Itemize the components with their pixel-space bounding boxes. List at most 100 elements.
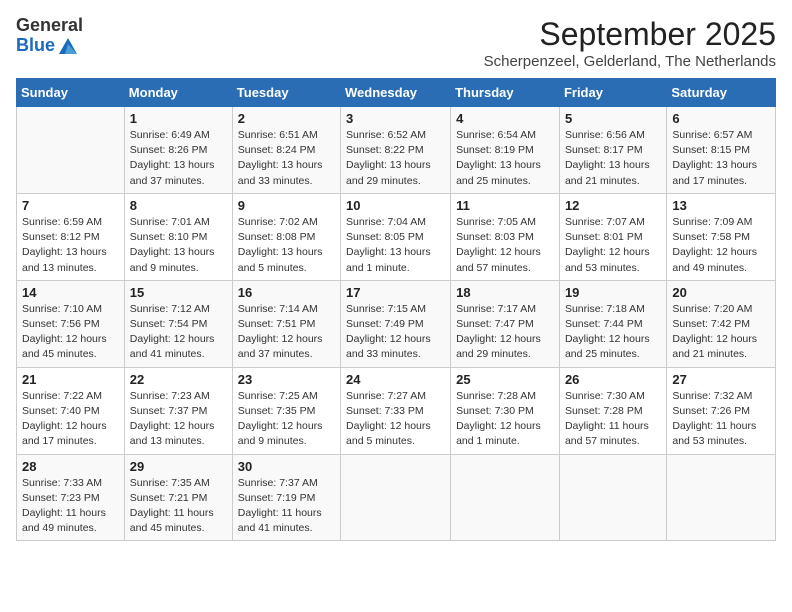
logo: General Blue (16, 16, 83, 56)
day-cell: 19 Sunrise: 7:18 AM Sunset: 7:44 PM Dayli… (559, 280, 666, 367)
day-cell: 2Sunrise: 6:51 AM Sunset: 8:24 PM Daylig… (232, 107, 340, 194)
day-number: 19 (565, 285, 661, 300)
col-header-monday: Monday (124, 79, 232, 107)
day-info: Sunrise: 7:28 AM Sunset: 7:30 PM Dayligh… (456, 389, 554, 450)
day-cell (17, 107, 125, 194)
day-info: Sunrise: 7:18 AM Sunset: 7:44 PM Dayligh… (565, 302, 661, 363)
day-number: 16 (238, 285, 335, 300)
day-info: Sunrise: 6:49 AM Sunset: 8:26 PM Dayligh… (130, 128, 227, 189)
col-header-tuesday: Tuesday (232, 79, 340, 107)
day-cell: 6 Sunrise: 6:57 AM Sunset: 8:15 PM Daylig… (667, 107, 776, 194)
day-cell: 10Sunrise: 7:04 AM Sunset: 8:05 PM Dayli… (341, 193, 451, 280)
day-number: 4 (456, 111, 554, 126)
day-cell: 7Sunrise: 6:59 AM Sunset: 8:12 PM Daylig… (17, 193, 125, 280)
day-cell: 11 Sunrise: 7:05 AM Sunset: 8:03 PM Dayli… (451, 193, 560, 280)
day-number: 3 (346, 111, 445, 126)
day-number: 15 (130, 285, 227, 300)
day-number: 26 (565, 372, 661, 387)
day-cell: 5 Sunrise: 6:56 AM Sunset: 8:17 PM Daylig… (559, 107, 666, 194)
week-row-2: 7Sunrise: 6:59 AM Sunset: 8:12 PM Daylig… (17, 193, 776, 280)
logo-blue-text: Blue (16, 36, 55, 56)
week-row-4: 21 Sunrise: 7:22 AM Sunset: 7:40 PM Dayli… (17, 367, 776, 454)
day-cell: 20Sunrise: 7:20 AM Sunset: 7:42 PM Dayli… (667, 280, 776, 367)
day-info: Sunrise: 7:23 AM Sunset: 7:37 PM Dayligh… (130, 389, 227, 450)
day-number: 9 (238, 198, 335, 213)
day-number: 7 (22, 198, 119, 213)
day-number: 18 (456, 285, 554, 300)
day-number: 1 (130, 111, 227, 126)
title-block: September 2025 Scherpenzeel, Gelderland,… (484, 16, 776, 70)
day-cell (341, 454, 451, 541)
day-cell: 26 Sunrise: 7:30 AM Sunset: 7:28 PM Dayli… (559, 367, 666, 454)
day-info: Sunrise: 7:25 AM Sunset: 7:35 PM Dayligh… (238, 389, 335, 450)
day-cell: 22Sunrise: 7:23 AM Sunset: 7:37 PM Dayli… (124, 367, 232, 454)
day-info: Sunrise: 7:22 AM Sunset: 7:40 PM Dayligh… (22, 389, 119, 450)
day-cell: 14 Sunrise: 7:10 AM Sunset: 7:56 PM Dayli… (17, 280, 125, 367)
day-info: Sunrise: 7:33 AM Sunset: 7:23 PM Dayligh… (22, 476, 119, 537)
day-cell: 29 Sunrise: 7:35 AM Sunset: 7:21 PM Dayli… (124, 454, 232, 541)
day-info: Sunrise: 7:02 AM Sunset: 8:08 PM Dayligh… (238, 215, 335, 276)
day-info: Sunrise: 7:07 AM Sunset: 8:01 PM Dayligh… (565, 215, 661, 276)
day-number: 29 (130, 459, 227, 474)
day-number: 13 (672, 198, 770, 213)
day-info: Sunrise: 6:52 AM Sunset: 8:22 PM Dayligh… (346, 128, 445, 189)
day-cell: 8 Sunrise: 7:01 AM Sunset: 8:10 PM Daylig… (124, 193, 232, 280)
day-cell: 21 Sunrise: 7:22 AM Sunset: 7:40 PM Dayli… (17, 367, 125, 454)
day-cell: 3 Sunrise: 6:52 AM Sunset: 8:22 PM Daylig… (341, 107, 451, 194)
day-info: Sunrise: 7:01 AM Sunset: 8:10 PM Dayligh… (130, 215, 227, 276)
logo-icon (57, 36, 79, 56)
day-number: 24 (346, 372, 445, 387)
day-info: Sunrise: 7:35 AM Sunset: 7:21 PM Dayligh… (130, 476, 227, 537)
day-info: Sunrise: 6:56 AM Sunset: 8:17 PM Dayligh… (565, 128, 661, 189)
col-header-thursday: Thursday (451, 79, 560, 107)
day-number: 10 (346, 198, 445, 213)
location-title: Scherpenzeel, Gelderland, The Netherland… (484, 53, 776, 70)
header-row: SundayMondayTuesdayWednesdayThursdayFrid… (17, 79, 776, 107)
day-info: Sunrise: 7:30 AM Sunset: 7:28 PM Dayligh… (565, 389, 661, 450)
day-number: 25 (456, 372, 554, 387)
day-cell (559, 454, 666, 541)
col-header-sunday: Sunday (17, 79, 125, 107)
calendar-table: SundayMondayTuesdayWednesdayThursdayFrid… (16, 78, 776, 541)
day-info: Sunrise: 7:12 AM Sunset: 7:54 PM Dayligh… (130, 302, 227, 363)
day-info: Sunrise: 7:17 AM Sunset: 7:47 PM Dayligh… (456, 302, 554, 363)
day-number: 28 (22, 459, 119, 474)
day-number: 27 (672, 372, 770, 387)
day-info: Sunrise: 7:14 AM Sunset: 7:51 PM Dayligh… (238, 302, 335, 363)
day-cell: 30Sunrise: 7:37 AM Sunset: 7:19 PM Dayli… (232, 454, 340, 541)
day-info: Sunrise: 7:05 AM Sunset: 8:03 PM Dayligh… (456, 215, 554, 276)
day-info: Sunrise: 7:27 AM Sunset: 7:33 PM Dayligh… (346, 389, 445, 450)
day-cell: 9 Sunrise: 7:02 AM Sunset: 8:08 PM Daylig… (232, 193, 340, 280)
week-row-1: 1 Sunrise: 6:49 AM Sunset: 8:26 PM Daylig… (17, 107, 776, 194)
day-number: 14 (22, 285, 119, 300)
day-number: 21 (22, 372, 119, 387)
week-row-3: 14 Sunrise: 7:10 AM Sunset: 7:56 PM Dayli… (17, 280, 776, 367)
day-cell: 18 Sunrise: 7:17 AM Sunset: 7:47 PM Dayli… (451, 280, 560, 367)
day-cell (667, 454, 776, 541)
day-cell (451, 454, 560, 541)
day-cell: 15 Sunrise: 7:12 AM Sunset: 7:54 PM Dayli… (124, 280, 232, 367)
col-header-saturday: Saturday (667, 79, 776, 107)
day-cell: 24 Sunrise: 7:27 AM Sunset: 7:33 PM Dayli… (341, 367, 451, 454)
col-header-wednesday: Wednesday (341, 79, 451, 107)
day-number: 23 (238, 372, 335, 387)
day-number: 11 (456, 198, 554, 213)
week-row-5: 28 Sunrise: 7:33 AM Sunset: 7:23 PM Dayli… (17, 454, 776, 541)
day-info: Sunrise: 6:51 AM Sunset: 8:24 PM Dayligh… (238, 128, 335, 189)
day-cell: 28 Sunrise: 7:33 AM Sunset: 7:23 PM Dayli… (17, 454, 125, 541)
day-number: 8 (130, 198, 227, 213)
day-number: 6 (672, 111, 770, 126)
day-cell: 17Sunrise: 7:15 AM Sunset: 7:49 PM Dayli… (341, 280, 451, 367)
month-title: September 2025 (484, 16, 776, 53)
day-info: Sunrise: 7:10 AM Sunset: 7:56 PM Dayligh… (22, 302, 119, 363)
col-header-friday: Friday (559, 79, 666, 107)
day-info: Sunrise: 6:57 AM Sunset: 8:15 PM Dayligh… (672, 128, 770, 189)
page-header: General Blue September 2025 Scherpenzeel… (16, 16, 776, 70)
day-number: 20 (672, 285, 770, 300)
logo-general-text: General (16, 16, 83, 36)
day-info: Sunrise: 7:32 AM Sunset: 7:26 PM Dayligh… (672, 389, 770, 450)
day-info: Sunrise: 7:37 AM Sunset: 7:19 PM Dayligh… (238, 476, 335, 537)
day-cell: 23 Sunrise: 7:25 AM Sunset: 7:35 PM Dayli… (232, 367, 340, 454)
day-number: 5 (565, 111, 661, 126)
day-cell: 1 Sunrise: 6:49 AM Sunset: 8:26 PM Daylig… (124, 107, 232, 194)
